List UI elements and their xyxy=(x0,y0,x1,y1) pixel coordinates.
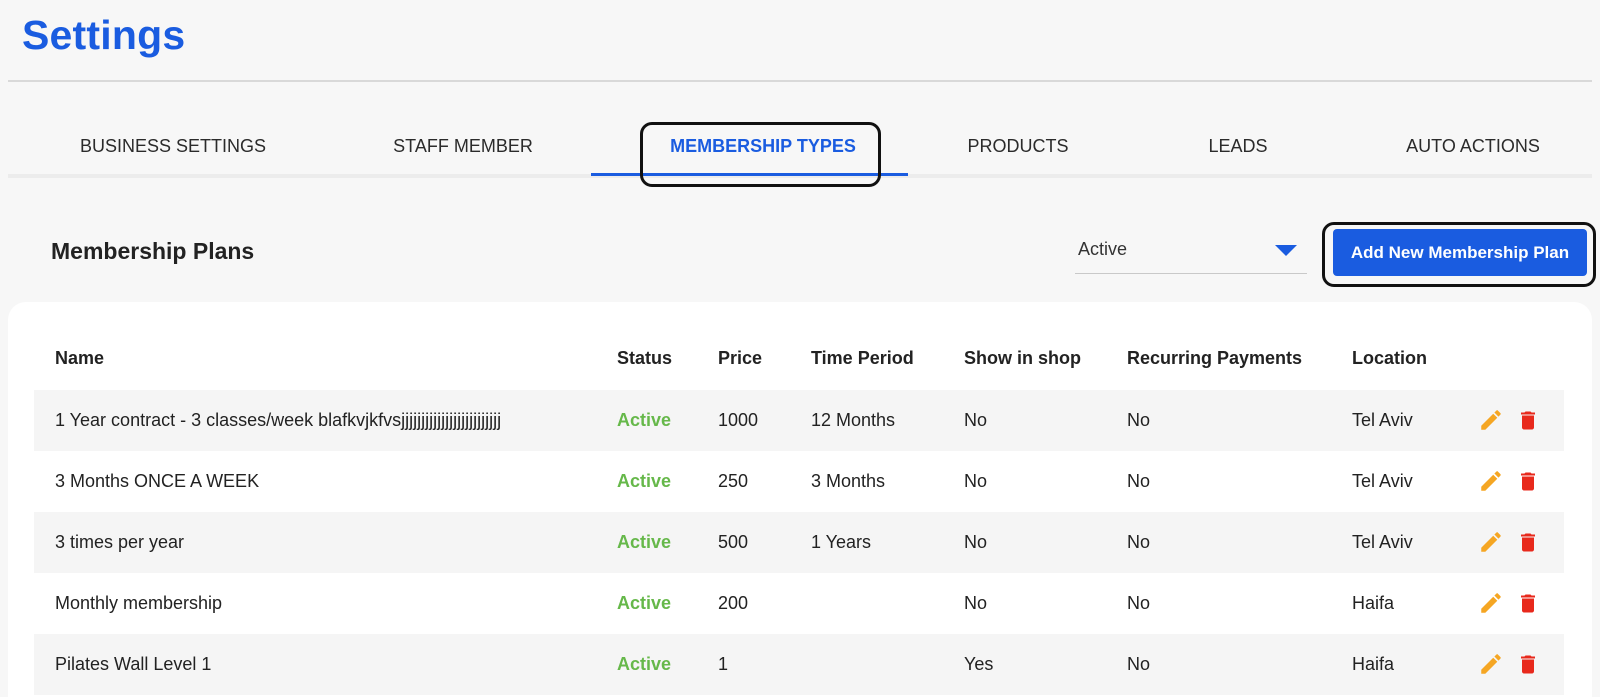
tab-staff-member[interactable]: STAFF MEMBER xyxy=(318,118,608,174)
pencil-icon-graphic xyxy=(1481,532,1501,552)
cell-price: 1000 xyxy=(718,410,759,430)
header-show-in-shop: Show in shop xyxy=(964,348,1081,368)
header-location: Location xyxy=(1352,348,1427,368)
cell-location: Haifa xyxy=(1352,593,1395,613)
cell-status: Active xyxy=(617,593,672,613)
trash-icon-graphic xyxy=(1521,411,1535,429)
cell-show-in-shop: No xyxy=(964,471,988,491)
trash-icon[interactable] xyxy=(1514,466,1542,496)
trash-icon-graphic xyxy=(1521,533,1535,551)
tab-business-settings[interactable]: BUSINESS SETTINGS xyxy=(28,118,318,174)
pencil-icon[interactable] xyxy=(1477,405,1505,435)
header-price: Price xyxy=(718,348,763,368)
cell-status: Active xyxy=(617,410,672,430)
pencil-icon-graphic xyxy=(1481,410,1501,430)
cell-show-in-shop: Yes xyxy=(964,654,994,674)
table-row[interactable]: Pilates Wall Level 1 Active 1 Yes No Hai… xyxy=(34,634,1564,695)
trash-icon[interactable] xyxy=(1514,588,1542,618)
cell-show-in-shop: No xyxy=(964,410,988,430)
table-row[interactable]: 3 times per year Active 500 1 Years No N… xyxy=(34,512,1564,573)
cell-recurring: No xyxy=(1127,410,1151,430)
cell-price: 1 xyxy=(718,654,729,674)
tab-leads[interactable]: LEADS xyxy=(1118,118,1358,174)
pencil-icon[interactable] xyxy=(1477,649,1505,679)
cell-name: Pilates Wall Level 1 xyxy=(55,654,212,674)
trash-icon[interactable] xyxy=(1514,405,1542,435)
pencil-icon[interactable] xyxy=(1477,588,1505,618)
cell-location: Haifa xyxy=(1352,654,1395,674)
active-tab-highlight xyxy=(640,122,881,187)
cell-time-period: 3 Months xyxy=(811,471,886,491)
pencil-icon[interactable] xyxy=(1477,466,1505,496)
header-recurring-payments: Recurring Payments xyxy=(1127,348,1303,368)
tab-auto-actions[interactable]: AUTO ACTIONS xyxy=(1338,118,1600,174)
cell-price: 200 xyxy=(718,593,749,613)
header-status: Status xyxy=(617,348,673,368)
cell-location: Tel Aviv xyxy=(1352,532,1413,552)
cell-location: Tel Aviv xyxy=(1352,471,1413,491)
cell-recurring: No xyxy=(1127,654,1151,674)
cell-recurring: No xyxy=(1127,593,1151,613)
title-divider xyxy=(8,80,1592,82)
cell-name: 3 times per year xyxy=(55,532,185,552)
status-filter-value: Active xyxy=(1078,239,1128,259)
table-row[interactable]: 3 Months ONCE A WEEK Active 250 3 Months… xyxy=(34,451,1564,512)
trash-icon-graphic xyxy=(1521,655,1535,673)
trash-icon[interactable] xyxy=(1514,649,1542,679)
pencil-icon-graphic xyxy=(1481,471,1501,491)
cell-recurring: No xyxy=(1127,471,1151,491)
cell-location: Tel Aviv xyxy=(1352,410,1413,430)
cell-price: 250 xyxy=(718,471,749,491)
header-time-period: Time Period xyxy=(811,348,914,368)
cell-price: 500 xyxy=(718,532,749,552)
page-title: Settings xyxy=(22,12,186,58)
status-filter-select[interactable]: Active xyxy=(1075,226,1307,274)
header-name: Name xyxy=(55,348,105,368)
add-membership-plan-button[interactable]: Add New Membership Plan xyxy=(1333,229,1587,276)
pencil-icon-graphic xyxy=(1481,593,1501,613)
caret-down-icon xyxy=(1275,245,1297,256)
cell-name: Monthly membership xyxy=(55,593,223,613)
tab-products[interactable]: PRODUCTS xyxy=(888,118,1148,174)
cell-recurring: No xyxy=(1127,532,1151,552)
section-title: Membership Plans xyxy=(51,238,255,264)
cell-show-in-shop: No xyxy=(964,532,988,552)
cell-time-period: 12 Months xyxy=(811,410,896,430)
cell-status: Active xyxy=(617,654,672,674)
pencil-icon[interactable] xyxy=(1477,527,1505,557)
cell-status: Active xyxy=(617,532,672,552)
cell-name: 1 Year contract - 3 classes/week blafkvj… xyxy=(55,410,502,430)
trash-icon[interactable] xyxy=(1514,527,1542,557)
cell-show-in-shop: No xyxy=(964,593,988,613)
pencil-icon-graphic xyxy=(1481,654,1501,674)
cell-time-period: 1 Years xyxy=(811,532,872,552)
trash-icon-graphic xyxy=(1521,472,1535,490)
cell-status: Active xyxy=(617,471,672,491)
table-row[interactable]: 1 Year contract - 3 classes/week blafkvj… xyxy=(34,390,1564,451)
cell-name: 3 Months ONCE A WEEK xyxy=(55,471,260,491)
trash-icon-graphic xyxy=(1521,594,1535,612)
table-row[interactable]: Monthly membership Active 200 No No Haif… xyxy=(34,573,1564,634)
